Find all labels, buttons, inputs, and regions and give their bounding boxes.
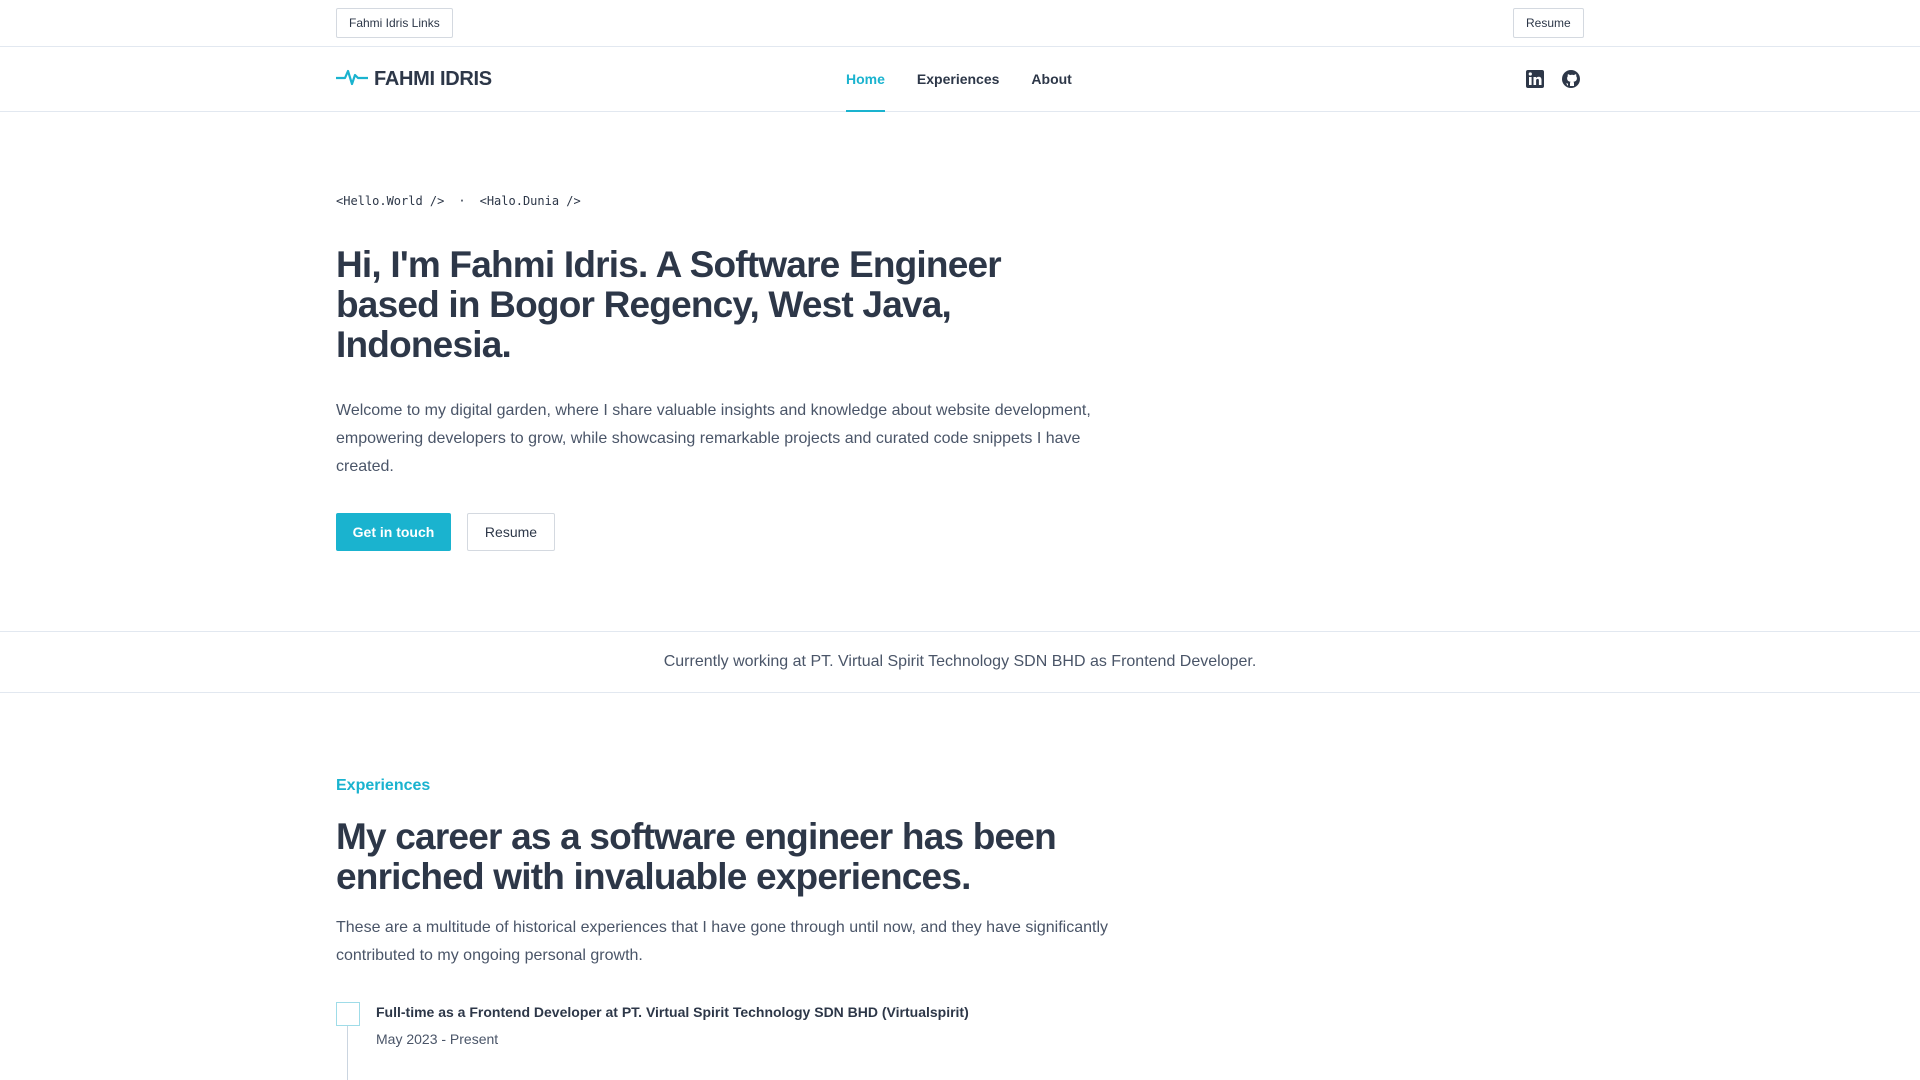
tagline-english: <Hello.World /> bbox=[336, 194, 445, 208]
timeline-line bbox=[347, 1024, 348, 1080]
tagline-separator: · bbox=[458, 194, 466, 208]
links-button[interactable]: Fahmi Idris Links bbox=[336, 8, 453, 38]
get-in-touch-button[interactable]: Get in touch bbox=[336, 513, 451, 551]
logo-text: FAHMI IDRIS bbox=[374, 67, 492, 90]
social-links bbox=[1525, 69, 1581, 89]
linkedin-icon[interactable] bbox=[1525, 69, 1545, 89]
experiences-title: My career as a software engineer has bee… bbox=[336, 816, 1057, 897]
logo[interactable]: FAHMI IDRIS bbox=[334, 67, 492, 92]
hero-description: Welcome to my digital garden, where I sh… bbox=[336, 402, 1091, 475]
experiences-section-label: Experiences bbox=[336, 777, 431, 794]
nav-item-home[interactable]: Home bbox=[846, 47, 885, 112]
job-title: Full-time as a Frontend Developer at PT.… bbox=[376, 1004, 969, 1020]
tagline: <Hello.World /> · <Halo.Dunia /> bbox=[336, 194, 581, 208]
experiences-description: These are a multitude of historical expe… bbox=[336, 919, 1109, 964]
timeline-marker bbox=[336, 1002, 360, 1026]
hero-title: Hi, I'm Fahmi Idris. A Software Engineer… bbox=[336, 244, 1002, 365]
top-resume-button[interactable]: Resume bbox=[1513, 8, 1584, 38]
top-bar: Fahmi Idris Links Resume bbox=[0, 0, 1920, 47]
current-work-banner: Currently working at PT. Virtual Spirit … bbox=[0, 631, 1920, 693]
nav-item-about[interactable]: About bbox=[1031, 47, 1071, 111]
pulse-icon bbox=[334, 67, 370, 92]
nav-menu: Home Experiences About bbox=[846, 47, 1072, 112]
tagline-indonesian: <Halo.Dunia /> bbox=[479, 194, 581, 208]
job-period: May 2023 - Present bbox=[376, 1031, 499, 1047]
main-navigation: FAHMI IDRIS Home Experiences About bbox=[0, 47, 1920, 112]
resume-button[interactable]: Resume bbox=[467, 513, 555, 551]
nav-item-experiences[interactable]: Experiences bbox=[917, 47, 1000, 111]
github-icon[interactable] bbox=[1561, 69, 1581, 89]
